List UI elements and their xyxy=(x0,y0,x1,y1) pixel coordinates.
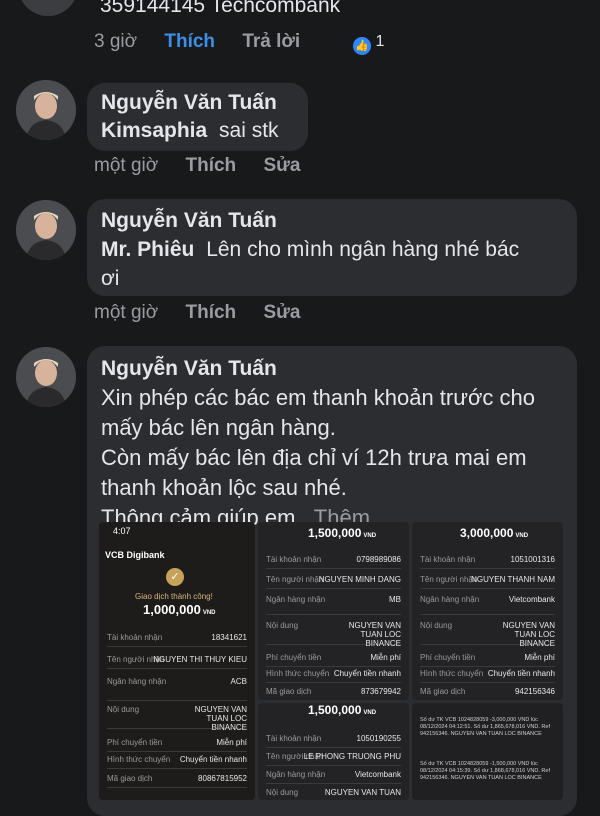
comment-line: mấy bác lên ngân hàng. xyxy=(101,415,336,440)
comment-author[interactable]: Nguyễn Văn Tuấn xyxy=(101,209,277,233)
user-photo-icon xyxy=(16,80,76,140)
like-button[interactable]: Thích xyxy=(185,155,236,176)
amount: 1,500,000 VND xyxy=(308,526,377,540)
detail-row: Hình thức chuyển Chuyển tiền nhanh xyxy=(420,666,555,683)
edit-button[interactable]: Sửa xyxy=(263,302,300,323)
avatar[interactable] xyxy=(16,80,76,140)
comment-actions: 3 giờ Thích Trả lời xyxy=(94,31,322,53)
mention-tag[interactable]: Mr. Phiêu xyxy=(101,238,194,261)
comment-text: Lên cho mình ngân hàng nhé bác xyxy=(206,238,520,261)
detail-row: Ngân hàng nhận Vietcombank xyxy=(266,767,401,784)
comment-body: Xin phép các bác em thanh khoản trước ch… xyxy=(101,383,571,533)
user-photo-icon xyxy=(16,200,76,260)
attached-image[interactable]: 3,000,000 VND Tài khoản nhận 1051001316 Tê… xyxy=(412,522,563,700)
detail-row: Tài khoản nhận 1051001316 xyxy=(420,552,555,569)
comment-text: 359144145 Techcombank xyxy=(100,0,341,17)
attached-image[interactable]: Số dư TK VCB 1024828059 -3,000,000 VND l… xyxy=(412,703,563,800)
attached-image[interactable]: 1,500,000 VND Tài khoản nhận 1050190255 Tê… xyxy=(258,703,409,800)
attached-image[interactable]: 4:07 VCB Digibank ✓ Giao dịch thành công… xyxy=(99,522,255,800)
comment-time: một giờ xyxy=(94,155,159,176)
detail-row: Nội dung NGUYEN VAN TUAN LOC BINANCE xyxy=(107,702,247,732)
detail-row: Mã giao dịch 942156346 xyxy=(420,684,555,700)
detail-row: Ngân hàng nhận ACB xyxy=(107,674,247,701)
detail-row: Nội dung NGUYEN VAN TUAN LOC BINANCE xyxy=(420,618,555,648)
detail-row: Mã giao dịch 873679942 xyxy=(266,684,401,700)
success-text: Giao dịch thành công! xyxy=(135,592,213,601)
detail-row: Phí chuyển tiền Miễn phí xyxy=(266,650,401,667)
comment-author[interactable]: Nguyễn Văn Tuấn xyxy=(101,357,277,381)
avatar[interactable] xyxy=(16,200,76,260)
detail-row: Ngân hàng nhận Vietcombank xyxy=(420,592,555,615)
sms-message: Số dư TK VCB 1024828059 -1,500,000 VND l… xyxy=(420,761,550,781)
comment-text: sai stk xyxy=(219,119,279,142)
amount: 3,000,000 VND xyxy=(460,526,529,540)
sms-message: Số dư TK VCB 1024828059 -3,000,000 VND l… xyxy=(420,717,550,737)
like-reaction-icon: 👍 xyxy=(353,37,371,55)
app-title: VCB Digibank xyxy=(105,550,165,560)
reply-button[interactable]: Trả lời xyxy=(242,31,300,52)
avatar[interactable] xyxy=(18,0,78,16)
success-check-icon: ✓ xyxy=(166,568,184,586)
comment-time: 3 giờ xyxy=(94,31,138,52)
detail-row: Hình thức chuyển Chuyển tiền nhanh xyxy=(266,666,401,683)
edit-button[interactable]: Sửa xyxy=(263,155,300,176)
comment-author[interactable]: Nguyễn Văn Tuấn xyxy=(101,91,277,115)
attached-image[interactable]: 1,500,000 VND Tài khoản nhận 0798989086 Tê… xyxy=(258,522,409,700)
detail-row: Ngân hàng nhận MB xyxy=(266,592,401,615)
comment-body: Mr. Phiêu Lên cho mình ngân hàng nhé bác… xyxy=(101,235,566,293)
user-photo-icon xyxy=(16,347,76,407)
avatar[interactable] xyxy=(16,347,76,407)
comment-bubble: Nguyễn Văn Tuấn Kimsaphia sai stk xyxy=(87,83,308,151)
detail-row: Phí chuyển tiền Miễn phí xyxy=(107,735,247,752)
detail-row: Mã giao dịch 80867815952 xyxy=(107,771,247,788)
comment-line: Còn mấy bác lên địa chỉ ví 12h trưa mai … xyxy=(101,445,527,470)
detail-row: Tên người nhận LE PHONG TRUONG PHU xyxy=(266,749,401,766)
detail-row: Hình thức chuyển Chuyển tiền nhanh xyxy=(107,752,247,769)
detail-row: Tài khoản nhận 1050190255 xyxy=(266,731,401,748)
comment-actions: một giờ Thích Sửa xyxy=(94,302,322,324)
detail-row: Tài khoản nhận 18341621 xyxy=(107,630,247,647)
mention-tag[interactable]: Kimsaphia xyxy=(101,119,207,142)
amount: 1,500,000 VND xyxy=(308,703,377,717)
comment-actions: một giờ Thích Sửa xyxy=(94,155,322,177)
comment-body: Kimsaphia sai stk xyxy=(101,116,279,145)
comment-text: ơi xyxy=(101,267,120,290)
detail-row: Nội dung NGUYEN VAN TUAN LOC BINANCE xyxy=(266,618,401,648)
comment-line: Xin phép các bác em thanh khoản trước ch… xyxy=(101,385,535,410)
like-button[interactable]: Thích xyxy=(185,302,236,323)
comment-line: thanh khoản lộc sau nhé. xyxy=(101,475,347,500)
status-time: 4:07 xyxy=(113,526,131,536)
comment-bubble: Nguyễn Văn Tuấn Mr. Phiêu Lên cho mình n… xyxy=(87,199,577,296)
comment-time: một giờ xyxy=(94,302,159,323)
detail-row: Tên người nhận NGUYEN THI THUY KIEU xyxy=(107,652,247,669)
detail-row: Tài khoản nhận 0798989086 xyxy=(266,552,401,569)
detail-row: Phí chuyển tiền Miễn phí xyxy=(420,650,555,667)
reaction-count[interactable]: 👍 1 xyxy=(353,33,384,55)
amount: 1,000,000 VND xyxy=(143,602,216,617)
like-button[interactable]: Thích xyxy=(164,31,215,52)
detail-row: Tên người nhận NGUYEN MINH DANG xyxy=(266,572,401,589)
detail-row: Tên người nhận NGUYEN THANH NAM xyxy=(420,572,555,589)
detail-row: Nội dung NGUYEN VAN TUAN xyxy=(266,785,401,800)
